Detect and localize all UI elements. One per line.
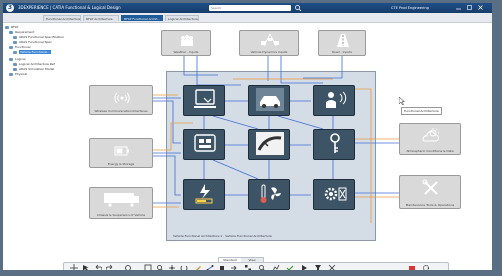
- connect-icon[interactable]: [206, 264, 214, 270]
- driver-sensor-icon: [326, 91, 347, 108]
- car-front-icon: [256, 88, 284, 111]
- dashboard-icon: [194, 134, 216, 152]
- traffic-vehicles-icon: [261, 34, 279, 47]
- flow-icon[interactable]: [230, 264, 238, 270]
- maintenance-tools-block[interactable]: Maintenance Tools & Operations: [399, 175, 461, 209]
- wrench-screwdriver-icon: [422, 179, 438, 195]
- simulate-icon[interactable]: [300, 264, 308, 270]
- road-inputs-block[interactable]: Road - Inputs: [318, 30, 366, 56]
- wireless-communication-block[interactable]: Wireless Communication Interfaces: [89, 85, 153, 115]
- move-icon[interactable]: [70, 264, 78, 270]
- tab-functional-architecture[interactable]: Functional Architecture: [43, 15, 81, 21]
- road-icon: [337, 34, 349, 47]
- tablet-icon: [194, 89, 216, 108]
- sun-cloud-icon: [422, 128, 440, 142]
- filter-icon[interactable]: [314, 264, 322, 270]
- function-tile-charging[interactable]: [183, 179, 225, 210]
- wireless-signal-icon: [114, 92, 130, 104]
- search-box: [209, 5, 291, 11]
- temperature-fan-icon: [260, 184, 281, 203]
- gear-icon: [324, 187, 347, 201]
- user-name[interactable]: CTE Prod Engineering: [391, 4, 429, 12]
- select-icon[interactable]: [82, 264, 90, 270]
- update-icon[interactable]: [124, 264, 132, 270]
- battery-icon: [114, 146, 129, 156]
- sketch-icon[interactable]: [194, 264, 202, 270]
- function-tile-comfort[interactable]: [248, 179, 290, 210]
- mouse-cursor-icon: [399, 97, 405, 105]
- function-tile-dashboard[interactable]: [183, 129, 225, 160]
- weather-inputs-block[interactable]: Weather - Inputs: [161, 30, 211, 56]
- function-tile-seat[interactable]: [248, 129, 290, 160]
- function-tile-infotainment[interactable]: [183, 85, 225, 116]
- atmospheric-conditions-block[interactable]: Atmospheric Conditions & Data: [399, 123, 461, 155]
- tab-logical-architecture[interactable]: Logical Architecture: [165, 15, 199, 21]
- truck-icon: [104, 193, 139, 207]
- function-tile-driver-monitoring[interactable]: [313, 85, 355, 116]
- settings-icon[interactable]: [422, 264, 430, 270]
- battery-charge-icon: [195, 184, 213, 204]
- diagram-canvas[interactable]: Vehicle Functional Architecture 1 - Vehi…: [3, 23, 492, 259]
- document-tab-bar: Functional Architecture RFLP Architectur…: [3, 13, 492, 23]
- minimize-icon[interactable]: [455, 4, 462, 11]
- tab-rflp-functional-architecture[interactable]: RFLP Functional Archit...: [121, 15, 163, 21]
- title-bar: 3 3DEXPERIENCE | CATIA Functional & Logi…: [3, 3, 492, 13]
- key-icon: [330, 133, 340, 153]
- close-icon[interactable]: [477, 4, 484, 11]
- action-bar: [63, 262, 449, 270]
- function-tile-front-view[interactable]: [248, 85, 290, 116]
- maximize-icon[interactable]: [466, 4, 473, 11]
- pan-icon[interactable]: [168, 264, 176, 270]
- function-tile-access[interactable]: [313, 129, 355, 160]
- undo-icon[interactable]: [94, 264, 102, 270]
- function-tile-powertrain[interactable]: [313, 179, 355, 210]
- vehicle-dynamics-inputs-block[interactable]: Vehicle Dynamics Inputs: [239, 30, 299, 56]
- plugin-icon[interactable]: [408, 264, 416, 270]
- fit-icon[interactable]: [144, 264, 152, 270]
- search-icon[interactable]: [294, 4, 302, 12]
- energy-storage-block[interactable]: Energy & Storage: [89, 138, 153, 168]
- tools-icon[interactable]: [328, 264, 336, 270]
- redo-icon[interactable]: [106, 264, 114, 270]
- tab-rflp-architecture[interactable]: RFLP Architecture: [83, 15, 119, 21]
- compass-logo-icon[interactable]: 3: [6, 4, 14, 12]
- road-curve-icon: [256, 132, 284, 155]
- check-icon[interactable]: [286, 264, 294, 270]
- app-title: 3DEXPERIENCE | CATIA Functional & Logica…: [18, 5, 121, 10]
- search-input[interactable]: [211, 5, 281, 11]
- rotate-icon[interactable]: [180, 264, 188, 270]
- layout-icon[interactable]: [244, 264, 252, 270]
- zoom-icon[interactable]: [156, 264, 164, 270]
- application-window: 3 3DEXPERIENCE | CATIA Functional & Logi…: [3, 3, 492, 270]
- tooltip: Functional Architecture: [401, 107, 442, 115]
- analyze-icon[interactable]: [272, 264, 280, 270]
- crowd-icon: [181, 35, 193, 46]
- chassis-block[interactable]: Chassis & Suspension of Vehicle: [89, 187, 153, 219]
- search-icon[interactable]: [258, 264, 266, 270]
- port-icon[interactable]: [218, 264, 226, 270]
